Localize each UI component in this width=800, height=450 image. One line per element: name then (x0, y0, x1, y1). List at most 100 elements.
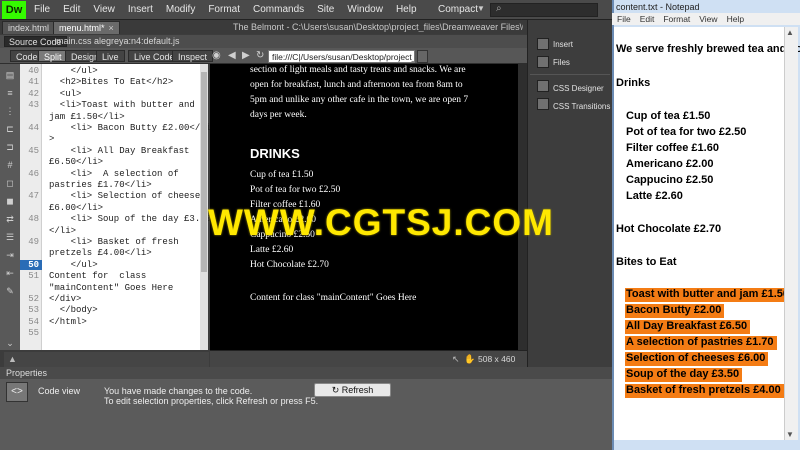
code-line[interactable]: <h2>Bites To Eat</h2> (49, 77, 173, 87)
code-line[interactable]: </html> (49, 317, 87, 327)
indent-icon[interactable]: ⇥ (4, 250, 16, 260)
notepad-line: Bites to Eat (616, 256, 677, 268)
properties-header[interactable]: Properties (0, 367, 612, 379)
notepad-menu-view[interactable]: View (699, 13, 717, 25)
insert-panel-icon[interactable] (537, 38, 549, 50)
code-line[interactable]: <li> Soup of the day £3.50 (49, 214, 211, 224)
related-file-font-js[interactable]: alegreya:n4:default.js (94, 36, 180, 47)
menu-format[interactable]: Format (208, 4, 240, 15)
scroll-up-icon[interactable]: ▲ (786, 28, 794, 37)
code-line[interactable]: </ul> (49, 66, 98, 76)
expand-all-icon[interactable]: ⋮ (4, 106, 16, 116)
apply-comment-icon[interactable]: ◻ (4, 178, 16, 188)
files-panel-icon[interactable] (537, 56, 549, 68)
code-line[interactable]: pastries £1.70</li> (49, 180, 152, 190)
code-line[interactable]: > (49, 134, 54, 144)
code-line[interactable]: Content for class (49, 271, 146, 281)
back-arrow-icon[interactable]: ◀ (228, 50, 236, 62)
collapse-tag-icon[interactable]: ≡ (4, 88, 16, 98)
line-number: 41 (28, 77, 39, 88)
window-size-readout[interactable]: 508 x 460 (478, 354, 515, 364)
menu-insert[interactable]: Insert (128, 4, 153, 15)
open-documents-icon[interactable]: ▤ (4, 70, 16, 80)
notepad-menu-format[interactable]: Format (663, 13, 690, 25)
properties-panel (0, 367, 612, 450)
remove-comment-icon[interactable]: ◼ (4, 196, 16, 206)
inspect-button[interactable]: Inspect (172, 50, 214, 62)
refresh-button[interactable]: ↻ Refresh (314, 383, 391, 397)
select-parent-tag-icon[interactable]: ⊏ (4, 124, 16, 134)
code-line[interactable]: pretzels £4.00</li> (49, 248, 152, 258)
wrap-tag-icon[interactable]: ⇄ (4, 214, 16, 224)
hand-icon[interactable]: ✋ (464, 354, 475, 365)
code-line[interactable]: "mainContent" Goes Here (49, 283, 173, 293)
line-number: 52 (28, 294, 39, 304)
collapse-arrow-icon[interactable]: ▲ (8, 354, 17, 364)
code-line[interactable]: <li> A selection of (49, 169, 179, 179)
files-panel-tab[interactable]: Files (553, 58, 570, 67)
outdent-icon[interactable]: ⇤ (4, 268, 16, 278)
refresh-icon[interactable]: ↻ (256, 50, 264, 62)
help-search-input[interactable] (490, 3, 598, 17)
workspace-switcher[interactable]: Compact (438, 4, 478, 15)
css-transitions-tab[interactable]: CSS Transitions (553, 102, 610, 111)
notepad-selected-line: Basket of fresh pretzels £4.00 (625, 384, 784, 398)
notepad-menu-edit[interactable]: Edit (640, 13, 655, 25)
menu-help[interactable]: Help (396, 4, 417, 15)
css-designer-icon[interactable] (537, 80, 549, 92)
scroll-down-icon[interactable]: ▼ (786, 430, 794, 439)
pointer-icon[interactable]: ↖ (452, 354, 460, 365)
main-content-placeholder: Content for class "mainContent" Goes Her… (250, 293, 417, 303)
code-line[interactable]: <ul> (49, 89, 82, 99)
code-line[interactable]: <li> Selection of cheeses (49, 191, 206, 201)
notepad-menu-file[interactable]: File (617, 13, 631, 25)
line-number: 44 (28, 123, 39, 133)
balance-braces-icon[interactable]: ⊐ (4, 142, 16, 152)
code-line[interactable]: £6.50</li> (49, 157, 103, 167)
menu-window[interactable]: Window (347, 4, 383, 15)
refresh-icon: ↻ (331, 385, 342, 395)
notepad-selected-line: All Day Breakfast £6.50 (625, 320, 751, 334)
notepad-scrollbar[interactable] (784, 27, 798, 440)
live-view-button[interactable]: Live (96, 50, 125, 62)
code-scrollbar-thumb[interactable] (201, 72, 207, 272)
drink-item: Pot of tea for two £2.50 (250, 185, 341, 195)
properties-message: You have made changes to the code. (104, 386, 253, 396)
insert-panel-tab[interactable]: Insert (553, 40, 573, 49)
code-line[interactable]: </div> (49, 294, 81, 304)
menu-edit[interactable]: Edit (63, 4, 80, 15)
drink-item: Latte £2.60 (250, 245, 294, 255)
notepad-menu-help[interactable]: Help (727, 13, 744, 25)
split-view-button[interactable]: Split (38, 50, 68, 62)
recent-snippets-icon[interactable]: ☰ (4, 232, 16, 242)
menu-file[interactable]: File (34, 4, 50, 15)
related-file-main-css[interactable]: main.css (56, 36, 92, 47)
address-dropdown-button[interactable] (417, 50, 428, 63)
menu-modify[interactable]: Modify (166, 4, 195, 15)
tab-menu-html[interactable]: menu.html* × (53, 21, 120, 34)
code-line[interactable]: </body> (49, 305, 98, 315)
format-source-icon[interactable]: ✎ (4, 286, 16, 296)
css-transitions-icon[interactable] (537, 98, 549, 110)
menu-site[interactable]: Site (317, 4, 334, 15)
code-line[interactable]: <li>Toast with butter and (49, 100, 195, 110)
address-field[interactable]: file:///C|/Users/susan/Desktop/project_f… (268, 50, 415, 63)
forward-arrow-icon[interactable]: ▶ (242, 50, 250, 62)
code-line[interactable]: jam £1.50</li> (49, 112, 125, 122)
code-line[interactable]: <li> All Day Breakfast (49, 146, 190, 156)
code-line[interactable]: <li> Bacon Butty £2.00</li (49, 123, 211, 133)
highlight-invalid-icon[interactable]: # (4, 160, 16, 170)
line-number: 43 (28, 100, 39, 111)
code-line[interactable]: </li> (49, 226, 76, 236)
collapse-toolbar-icon[interactable]: ⌄ (4, 338, 16, 348)
menu-commands[interactable]: Commands (253, 4, 304, 15)
code-line[interactable]: </ul> (49, 260, 98, 270)
globe-icon[interactable]: ◉ (212, 50, 221, 62)
code-line[interactable]: £6.00</li> (49, 203, 103, 213)
code-line[interactable]: <li> Basket of fresh (49, 237, 179, 247)
chevron-down-icon[interactable]: ▼ (477, 4, 485, 13)
close-icon[interactable]: × (109, 23, 114, 33)
drinks-heading: DRINKS (250, 146, 300, 161)
menu-view[interactable]: View (93, 4, 115, 15)
css-designer-tab[interactable]: CSS Designer (553, 84, 604, 93)
